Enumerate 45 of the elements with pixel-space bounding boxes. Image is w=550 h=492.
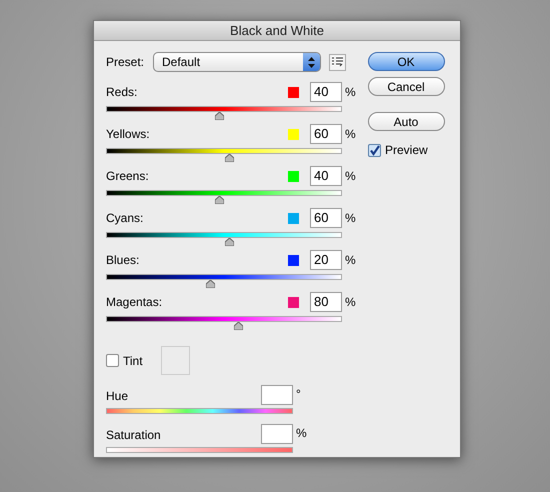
tint-color-swatch xyxy=(160,346,190,375)
channel-label: Reds: xyxy=(106,84,138,101)
preset-label: Preset: xyxy=(106,54,146,71)
window-title: Black and White xyxy=(230,22,324,40)
value-field[interactable]: 80 xyxy=(310,292,342,312)
dialog-button[interactable]: Cancel xyxy=(368,77,444,96)
unit-label: % xyxy=(296,425,307,442)
stepper-arrows-icon xyxy=(308,56,315,68)
unit-label: % xyxy=(345,84,356,101)
unit-label: % xyxy=(345,210,356,227)
channel-label: Blues: xyxy=(106,252,140,269)
dialog-button[interactable]: OK xyxy=(368,52,444,71)
dialog-button[interactable]: Auto xyxy=(368,112,444,131)
preset-dropdown[interactable]: Default xyxy=(153,52,321,72)
slider[interactable] xyxy=(106,274,342,288)
value-field[interactable] xyxy=(261,385,293,405)
channel-label: Cyans: xyxy=(106,210,144,227)
slider[interactable] xyxy=(106,190,342,204)
value-field[interactable]: 20 xyxy=(310,250,342,270)
unit-label: ° xyxy=(296,386,301,403)
preview-label: Preview xyxy=(385,142,428,159)
value-field[interactable] xyxy=(261,424,293,444)
value-field[interactable]: 60 xyxy=(310,208,342,228)
channel-label: Greens: xyxy=(106,168,150,185)
slider[interactable] xyxy=(106,232,342,246)
checkbox[interactable] xyxy=(368,144,381,156)
preset-menu-button[interactable] xyxy=(329,54,346,70)
channel-label: Magentas: xyxy=(106,294,164,311)
unit-label: % xyxy=(345,126,356,143)
slider[interactable] xyxy=(106,316,342,330)
field-label: Hue xyxy=(106,388,130,405)
value-field[interactable]: 40 xyxy=(310,166,342,186)
checkmark-icon xyxy=(369,144,380,156)
unit-label: % xyxy=(345,168,356,185)
checkbox[interactable] xyxy=(106,354,119,367)
tint-label: Tint xyxy=(123,352,143,370)
value-field[interactable]: 40 xyxy=(310,82,342,102)
unit-label: % xyxy=(345,294,356,311)
list-icon xyxy=(332,57,343,67)
unit-label: % xyxy=(345,252,356,269)
slider[interactable] xyxy=(106,148,342,162)
value-field[interactable]: 60 xyxy=(310,124,342,144)
field-label: Saturation xyxy=(106,427,162,444)
channel-label: Yellows: xyxy=(106,126,151,143)
slider[interactable] xyxy=(106,106,342,120)
